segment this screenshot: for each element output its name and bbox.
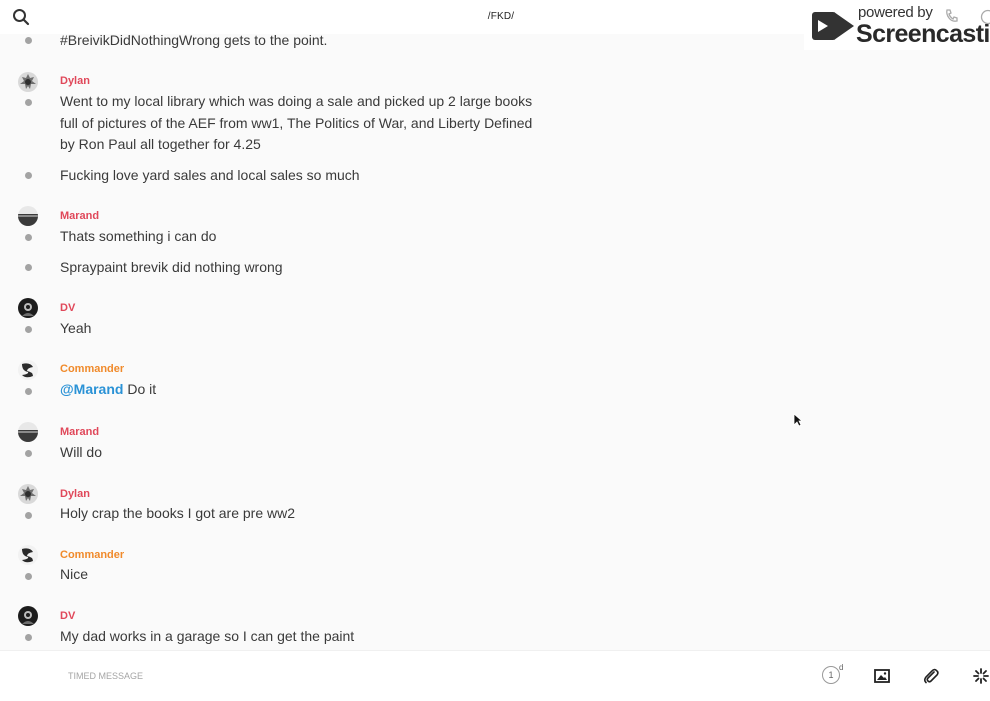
- message-text: Fucking love yard sales and local sales …: [60, 165, 550, 187]
- message-dot: [25, 512, 32, 519]
- sparkle-icon[interactable]: [972, 667, 990, 685]
- message-author[interactable]: DV: [60, 301, 75, 315]
- image-icon[interactable]: [873, 667, 891, 685]
- message-author[interactable]: Commander: [60, 362, 124, 376]
- avatar-commander[interactable]: [18, 545, 38, 565]
- avatar-marand[interactable]: [18, 422, 38, 442]
- message-text: Holy crap the books I got are pre ww2: [60, 503, 550, 525]
- info-icon[interactable]: [980, 9, 990, 30]
- composer-bar: 1 d: [0, 650, 990, 701]
- message-feed: #BreivikDidNothingWrong gets to the poin…: [0, 0, 990, 650]
- message-text: Spraypaint brevik did nothing wrong: [60, 257, 550, 279]
- watermark-brand: Screencastify: [856, 20, 990, 49]
- message-dot: [25, 37, 32, 44]
- message-dot: [25, 634, 32, 641]
- mention-link[interactable]: @Marand: [60, 381, 123, 397]
- message-dot: [25, 388, 32, 395]
- timer-button[interactable]: 1: [822, 666, 840, 684]
- message-dot: [25, 234, 32, 241]
- message-dot: [25, 450, 32, 457]
- screencastify-logo-icon: [810, 8, 856, 49]
- avatar-dylan[interactable]: [18, 484, 38, 504]
- mouse-cursor-icon: [793, 413, 803, 432]
- avatar-dv[interactable]: [18, 298, 38, 318]
- message-dot: [25, 264, 32, 271]
- phone-icon[interactable]: [944, 8, 960, 29]
- message-text: Went to my local library which was doing…: [60, 91, 550, 156]
- message-text: My dad works in a garage so I can get th…: [60, 626, 550, 648]
- message-text: Will do: [60, 442, 550, 464]
- message-author[interactable]: Marand: [60, 425, 99, 439]
- message-text: Yeah: [60, 318, 550, 340]
- message-author[interactable]: Dylan: [60, 487, 90, 501]
- timed-message-input[interactable]: [60, 667, 776, 685]
- message-author[interactable]: Dylan: [60, 74, 90, 88]
- watermark-powered-by: powered by: [858, 4, 933, 21]
- avatar-dv[interactable]: [18, 606, 38, 626]
- message-dot: [25, 573, 32, 580]
- message-author[interactable]: Marand: [60, 209, 99, 223]
- message-dot: [25, 326, 32, 333]
- screencastify-watermark: powered by Screencastify: [804, 0, 990, 50]
- avatar-marand[interactable]: [18, 206, 38, 226]
- message-author[interactable]: Commander: [60, 548, 124, 562]
- message-text: Nice: [60, 564, 550, 586]
- message-text-body: Do it: [123, 381, 156, 397]
- message-dot: [25, 172, 32, 179]
- message-dot: [25, 99, 32, 106]
- avatar-dylan[interactable]: [18, 72, 38, 92]
- paperclip-icon[interactable]: [922, 667, 940, 685]
- timer-unit-label: d: [839, 663, 843, 672]
- message-text: @Marand Do it: [60, 379, 550, 401]
- message-author[interactable]: DV: [60, 609, 75, 623]
- avatar-commander[interactable]: [18, 360, 38, 380]
- message-text: Thats something i can do: [60, 226, 550, 248]
